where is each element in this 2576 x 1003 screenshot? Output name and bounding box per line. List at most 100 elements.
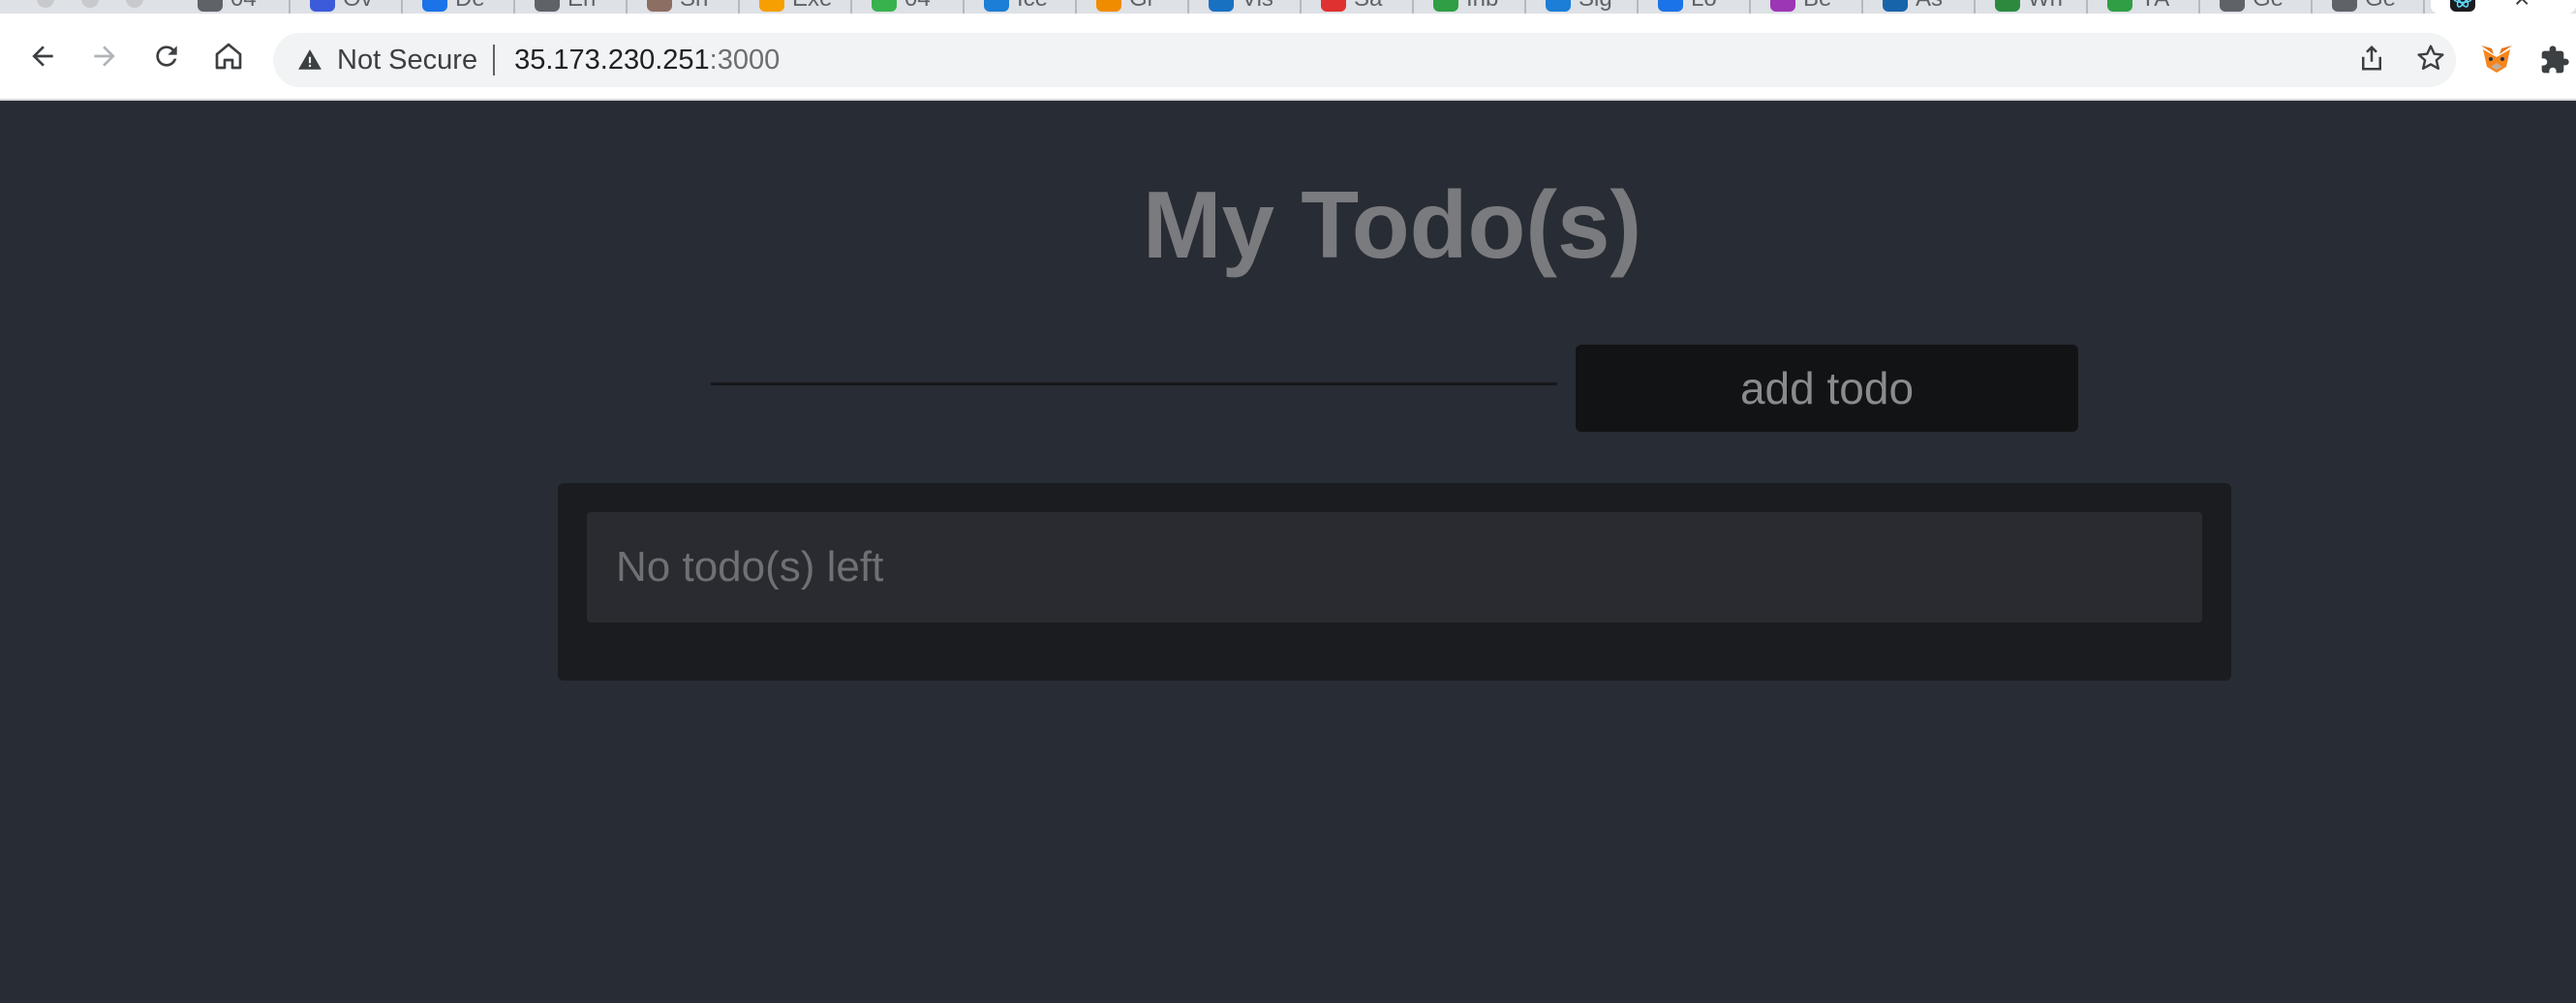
- window-minimize-control[interactable]: [81, 0, 99, 8]
- tab-favicon-icon: [1546, 0, 1571, 12]
- tab-close-icon[interactable]: ×: [2514, 0, 2530, 13]
- browser-tab[interactable]: Exe: [742, 0, 850, 14]
- address-bar[interactable]: Not Secure 35.173.230.251:3000: [273, 33, 2456, 87]
- arrow-right-icon: [94, 46, 115, 67]
- tab-title: YA: [2140, 0, 2169, 12]
- tab-favicon-icon: [535, 0, 560, 12]
- tab-separator: [1974, 0, 1976, 14]
- browser-tab[interactable]: Be: [1753, 0, 1861, 14]
- tab-favicon-icon: [1433, 0, 1458, 12]
- tab-separator: [626, 0, 628, 14]
- browser-tab[interactable]: Sa: [1303, 0, 1412, 14]
- tab-separator: [2198, 0, 2200, 14]
- omnibox-divider: [493, 45, 496, 76]
- browser-tab[interactable]: As: [1865, 0, 1974, 14]
- tab-title: 04: [230, 0, 257, 12]
- tab-favicon-icon: [310, 0, 335, 12]
- home-icon: [215, 43, 242, 70]
- tab-favicon-icon: [872, 0, 897, 12]
- react-app-favicon-icon: [2450, 0, 2475, 12]
- tab-title: Ge: [2253, 0, 2284, 12]
- page-viewport: My Todo(s) add todo No todo(s) left: [0, 103, 2576, 1003]
- tab-favicon-icon: [2220, 0, 2245, 12]
- back-button[interactable]: [19, 33, 66, 79]
- tab-active[interactable]: ×: [2431, 0, 2576, 14]
- browser-tab[interactable]: Vis: [1191, 0, 1300, 14]
- browser-tab[interactable]: Ge: [2202, 0, 2311, 14]
- window-zoom-control[interactable]: [126, 0, 143, 8]
- tab-favicon-icon: [1770, 0, 1795, 12]
- tab-favicon-icon: [1096, 0, 1121, 12]
- tab-separator: [850, 0, 852, 14]
- tab-strip: 04 Ov De En Sh Exe 04 Ice Gi Vis Sa Inb Sig Lo Be As Wh Y…: [0, 0, 2576, 14]
- browser-tab[interactable]: Inb: [1416, 0, 1524, 14]
- browser-tab[interactable]: Wh: [1978, 0, 2086, 14]
- browser-tab[interactable]: Ge: [2315, 0, 2423, 14]
- browser-tab[interactable]: Gi: [1079, 0, 1187, 14]
- tab-separator: [401, 0, 403, 14]
- extensions-puzzle-icon[interactable]: [2533, 39, 2576, 81]
- browser-tab[interactable]: Ice: [966, 0, 1075, 14]
- add-todo-button[interactable]: add todo: [1576, 345, 2078, 432]
- tab-favicon-icon: [2107, 0, 2132, 12]
- tab-favicon-icon: [759, 0, 784, 12]
- tab-favicon-icon: [2332, 0, 2357, 12]
- home-button[interactable]: [205, 33, 252, 79]
- tab-title: Ge: [2365, 0, 2396, 12]
- tab-title: Sa: [1354, 0, 1382, 12]
- reload-icon: [156, 46, 177, 67]
- bookmark-star-icon[interactable]: [2415, 43, 2446, 78]
- url-host: 35.173.230.251: [514, 44, 710, 76]
- tab-title: Wh: [2028, 0, 2063, 12]
- tab-separator: [1749, 0, 1751, 14]
- tab-favicon-icon: [1883, 0, 1908, 12]
- tab-separator: [1637, 0, 1639, 14]
- browser-tab[interactable]: Ov: [292, 0, 401, 14]
- reload-button[interactable]: [143, 33, 190, 79]
- tab-favicon-icon: [1995, 0, 2020, 12]
- empty-list-message: No todo(s) left: [587, 512, 2202, 623]
- security-status-label[interactable]: Not Secure: [337, 45, 477, 76]
- tab-separator: [513, 0, 515, 14]
- tab-favicon-icon: [1209, 0, 1234, 12]
- tab-separator: [1412, 0, 1414, 14]
- browser-tab[interactable]: Sig: [1528, 0, 1637, 14]
- tab-favicon-icon: [1321, 0, 1346, 12]
- tab-favicon-icon: [1658, 0, 1683, 12]
- browser-tab[interactable]: En: [517, 0, 626, 14]
- browser-toolbar: Not Secure 35.173.230.251:3000: [0, 14, 2576, 101]
- tab-separator: [2311, 0, 2313, 14]
- share-icon[interactable]: [2357, 44, 2386, 77]
- tab-favicon-icon: [422, 0, 447, 12]
- browser-tab[interactable]: 04: [180, 0, 289, 14]
- tab-separator: [1300, 0, 1302, 14]
- tab-title: Exe: [792, 0, 832, 12]
- tab-title: De: [455, 0, 485, 12]
- browser-tab[interactable]: Sh: [629, 0, 738, 14]
- tab-favicon-icon: [984, 0, 1009, 12]
- tab-title: 04: [905, 0, 931, 12]
- warning-icon[interactable]: [294, 45, 325, 76]
- tab-title: Be: [1803, 0, 1831, 12]
- window-close-control[interactable]: [37, 0, 54, 8]
- tab-separator: [738, 0, 740, 14]
- browser-tab[interactable]: YA: [2090, 0, 2198, 14]
- url-text[interactable]: 35.173.230.251:3000: [514, 45, 780, 76]
- tab-title: Inb: [1466, 0, 1498, 12]
- browser-tab[interactable]: De: [405, 0, 513, 14]
- metamask-fox-icon[interactable]: [2475, 39, 2518, 81]
- todo-text-input[interactable]: [711, 339, 1557, 385]
- arrow-left-icon: [32, 46, 53, 67]
- tab-separator: [1524, 0, 1526, 14]
- forward-button[interactable]: [81, 33, 128, 79]
- tab-separator: [1187, 0, 1189, 14]
- tab-separator: [963, 0, 965, 14]
- tab-separator: [2086, 0, 2088, 14]
- tab-title: Gi: [1129, 0, 1152, 12]
- tab-title: Vis: [1242, 0, 1273, 12]
- browser-tab[interactable]: Lo: [1641, 0, 1749, 14]
- tab-title: Ov: [343, 0, 373, 12]
- todo-list-panel: No todo(s) left: [558, 483, 2231, 681]
- browser-tab[interactable]: 04: [854, 0, 963, 14]
- tab-separator: [289, 0, 291, 14]
